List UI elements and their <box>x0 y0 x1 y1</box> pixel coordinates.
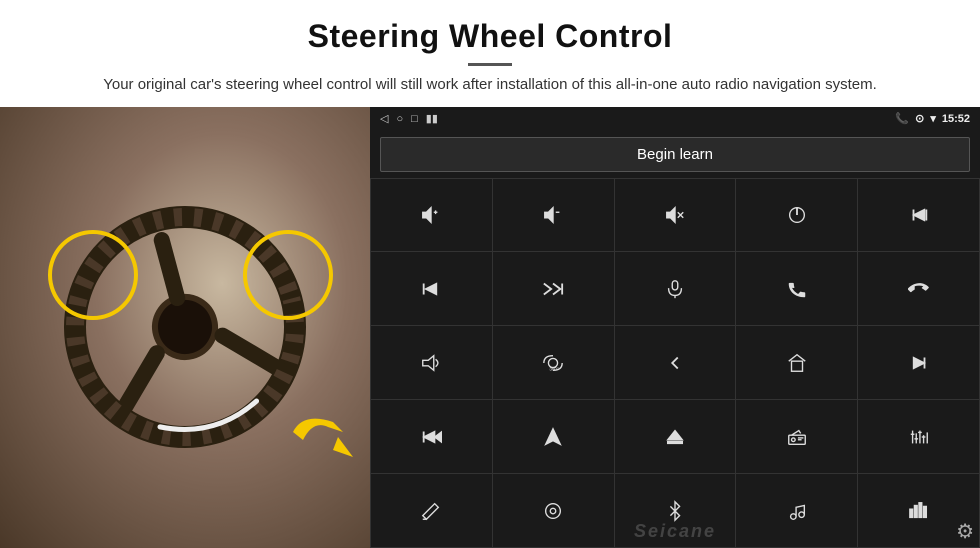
fast-fwd-button[interactable] <box>371 400 492 473</box>
begin-learn-button[interactable]: Begin learn <box>380 137 970 172</box>
seek-fwd-button[interactable] <box>493 252 614 325</box>
prev-chapter-button[interactable] <box>858 326 979 399</box>
back-nav-icon[interactable]: ◁ <box>380 112 388 125</box>
location-status-icon: ⊙ <box>915 112 924 125</box>
begin-learn-row: Begin learn <box>370 131 980 178</box>
status-bar-right: 📞 ⊙ ▾ 15:52 <box>895 112 970 125</box>
music-button[interactable] <box>736 474 857 547</box>
eject-button[interactable] <box>615 400 736 473</box>
equalizer-button[interactable] <box>858 400 979 473</box>
car-photo <box>0 107 370 548</box>
pen-button[interactable] <box>371 474 492 547</box>
radio-ui-inner: 360° <box>370 178 980 548</box>
page-subtitle: Your original car's steering wheel contr… <box>40 74 940 97</box>
next-track-button[interactable] <box>371 252 492 325</box>
page-title: Steering Wheel Control <box>40 18 940 55</box>
navigation-button[interactable] <box>493 400 614 473</box>
phone-call-button[interactable] <box>736 252 857 325</box>
hang-up-button[interactable] <box>858 252 979 325</box>
clock: 15:52 <box>942 113 970 125</box>
header-section: Steering Wheel Control Your original car… <box>0 0 980 107</box>
microphone-button[interactable] <box>615 252 736 325</box>
page: Steering Wheel Control Your original car… <box>0 0 980 548</box>
title-divider <box>468 63 512 66</box>
back-button[interactable] <box>615 326 736 399</box>
home-button[interactable] <box>736 326 857 399</box>
vol-up-button[interactable] <box>371 179 492 252</box>
settings-gear-icon[interactable]: ⚙ <box>956 519 974 544</box>
horn-button[interactable] <box>371 326 492 399</box>
highlight-circle-left <box>48 230 138 320</box>
mute-button[interactable] <box>615 179 736 252</box>
recents-nav-icon[interactable]: □ <box>411 113 418 125</box>
svg-text:360°: 360° <box>550 366 560 371</box>
control-grid: 360° <box>370 178 980 548</box>
phone-status-icon: 📞 <box>895 112 909 125</box>
home-nav-icon[interactable]: ○ <box>396 113 403 125</box>
vol-down-button[interactable] <box>493 179 614 252</box>
cam360-button[interactable]: 360° <box>493 326 614 399</box>
bluetooth-button[interactable] <box>615 474 736 547</box>
signal-bars-icon: ▮▮ <box>426 112 438 125</box>
radio-button[interactable] <box>736 400 857 473</box>
prev-track-phone-button[interactable] <box>858 179 979 252</box>
arrow-icon <box>283 402 363 482</box>
settings-menu-button[interactable] <box>493 474 614 547</box>
wifi-status-icon: ▾ <box>930 112 936 125</box>
content-area: ◁ ○ □ ▮▮ 📞 ⊙ ▾ 15:52 Begin learn <box>0 107 980 548</box>
status-bar: ◁ ○ □ ▮▮ 📞 ⊙ ▾ 15:52 <box>370 107 980 131</box>
power-button[interactable] <box>736 179 857 252</box>
status-bar-left: ◁ ○ □ ▮▮ <box>380 112 438 125</box>
car-photo-inner <box>0 107 370 548</box>
radio-ui: ◁ ○ □ ▮▮ 📞 ⊙ ▾ 15:52 Begin learn <box>370 107 980 548</box>
highlight-circle-right <box>243 230 333 320</box>
